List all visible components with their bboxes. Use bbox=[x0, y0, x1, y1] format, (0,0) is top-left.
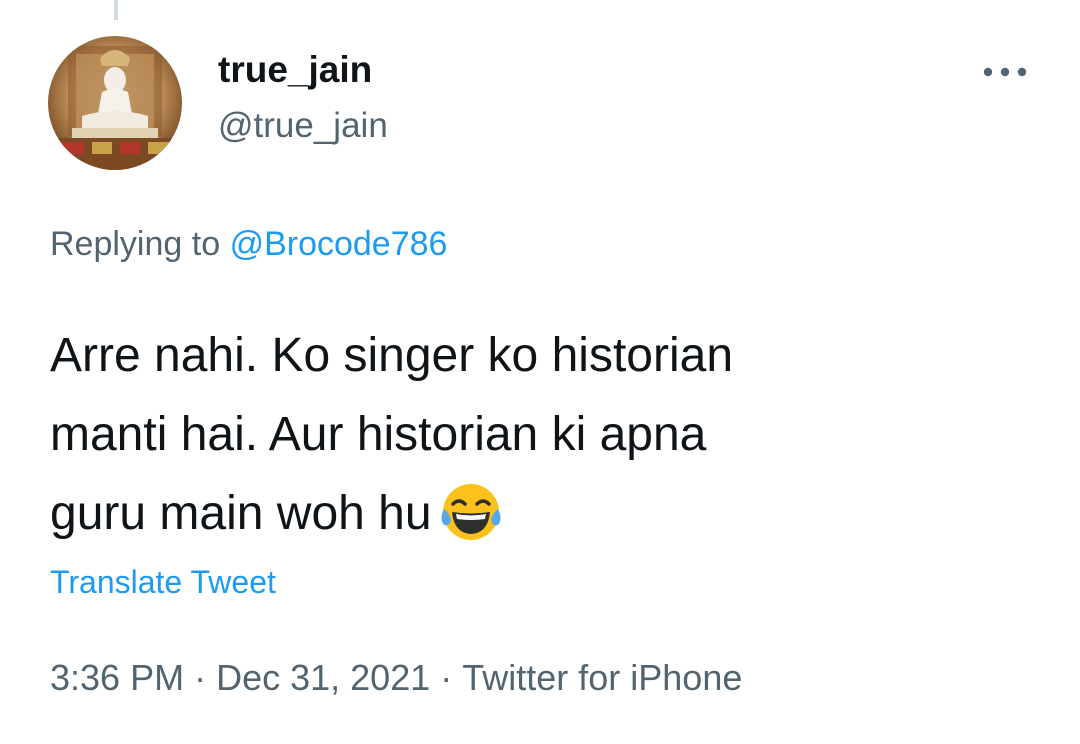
tweet-time[interactable]: 3:36 PM bbox=[50, 657, 184, 698]
tweet-metadata: 3:36 PM · Dec 31, 2021 · Twitter for iPhone bbox=[50, 654, 742, 702]
tweet-text-line-with-emoji: guru main woh hu bbox=[50, 474, 1060, 553]
statue-avatar-icon bbox=[48, 36, 182, 170]
meta-separator: · bbox=[194, 657, 207, 698]
avatar[interactable] bbox=[48, 36, 182, 170]
tweet-date: Dec 31, 2021 bbox=[216, 657, 431, 698]
replying-to-label: Replying to bbox=[50, 225, 221, 263]
tweet-text-line: guru main woh hu bbox=[50, 487, 432, 540]
user-handle[interactable]: @true_jain bbox=[218, 104, 388, 148]
translate-tweet-link[interactable]: Translate Tweet bbox=[50, 560, 276, 604]
display-name[interactable]: true_jain bbox=[218, 48, 372, 92]
tweet-text: Arre nahi. Ko singer ko historian manti … bbox=[50, 316, 1060, 553]
tweet-text-line: Arre nahi. Ko singer ko historian bbox=[50, 329, 734, 382]
thread-connector-line bbox=[114, 0, 118, 20]
replying-to-mention-link[interactable]: @Brocode786 bbox=[230, 225, 448, 263]
replying-to-line: Replying to @Brocode786 bbox=[50, 222, 447, 266]
more-horizontal-icon bbox=[983, 67, 1027, 77]
meta-separator: · bbox=[440, 657, 453, 698]
more-options-button[interactable] bbox=[978, 54, 1032, 90]
tweet-text-line: manti hai. Aur historian ki apna bbox=[50, 408, 707, 461]
tweet-source[interactable]: Twitter for iPhone bbox=[462, 657, 742, 698]
face-with-tears-of-joy-emoji bbox=[438, 479, 504, 545]
